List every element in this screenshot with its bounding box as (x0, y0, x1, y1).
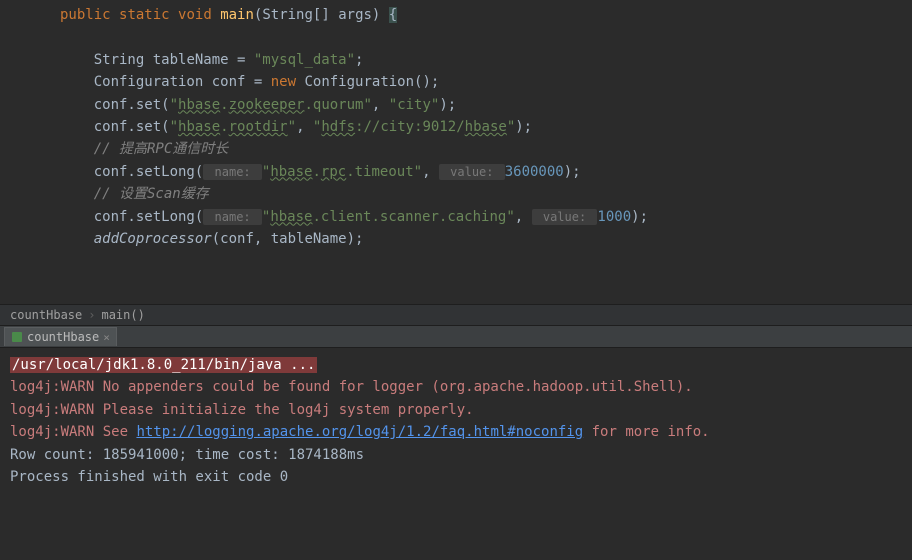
keyword-void: void (178, 7, 212, 23)
console-output-line: Row count: 185941000; time cost: 1874188… (10, 444, 902, 466)
console-warn-line: log4j:WARN Please initialize the log4j s… (10, 399, 902, 421)
code-line-1: String tableName = "mysql_data"; (60, 49, 912, 71)
console-tab[interactable]: countHbase × (4, 327, 117, 346)
breadcrumb-item[interactable]: main() (101, 308, 144, 322)
param-hint-value: value: (439, 164, 505, 180)
code-line-2: Configuration conf = new Configuration()… (60, 71, 912, 93)
console-warn-line: log4j:WARN No appenders could be found f… (10, 376, 902, 398)
code-line-6: conf.setLong( name: "hbase.client.scanne… (60, 206, 912, 228)
close-icon[interactable]: × (103, 331, 110, 344)
breadcrumb: countHbase › main() (0, 304, 912, 326)
console-exit-line: Process finished with exit code 0 (10, 466, 902, 488)
code-line-5: conf.setLong( name: "hbase.rpc.timeout",… (60, 161, 912, 183)
code-line-signature: public static void main(String[] args) { (60, 4, 912, 26)
run-config-icon (11, 331, 23, 343)
code-comment-1: // 提高RPC通信时长 (60, 138, 912, 160)
code-line-3: conf.set("hbase.zookeeper.quorum", "city… (60, 94, 912, 116)
console-command: /usr/local/jdk1.8.0_211/bin/java ... (10, 354, 902, 376)
keyword-public: public (60, 7, 111, 23)
param-hint-name: name: (203, 209, 262, 225)
code-editor[interactable]: public static void main(String[] args) {… (0, 0, 912, 304)
keyword-static: static (119, 7, 170, 23)
param-hint-name: name: (203, 164, 262, 180)
breadcrumb-separator: › (88, 308, 95, 322)
console-link[interactable]: http://logging.apache.org/log4j/1.2/faq.… (136, 424, 583, 440)
method-name: main (220, 7, 254, 23)
console-tab-bar: countHbase × (0, 326, 912, 348)
console-tab-label: countHbase (27, 330, 99, 344)
console-warn-line: log4j:WARN See http://logging.apache.org… (10, 421, 902, 443)
code-comment-2: // 设置Scan缓存 (60, 183, 912, 205)
brace-open: { (389, 7, 397, 23)
code-blank (60, 26, 912, 48)
code-line-4: conf.set("hbase.rootdir", "hdfs://city:9… (60, 116, 912, 138)
code-line-7: addCoprocessor(conf, tableName); (60, 228, 912, 250)
console-output[interactable]: /usr/local/jdk1.8.0_211/bin/java ... log… (0, 348, 912, 494)
param-hint-value: value: (532, 209, 598, 225)
breadcrumb-item[interactable]: countHbase (10, 308, 82, 322)
